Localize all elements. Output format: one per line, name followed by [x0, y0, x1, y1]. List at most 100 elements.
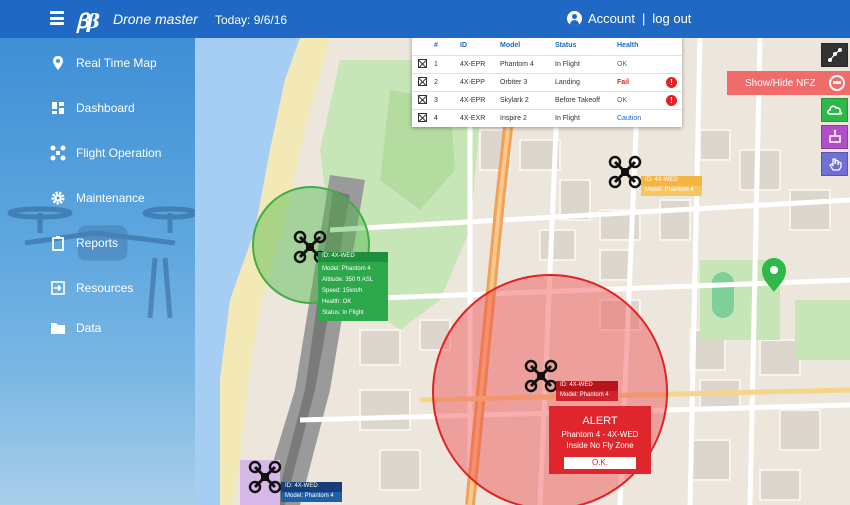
sidebar-item-label: Reports: [76, 236, 119, 250]
logo: ꞵβ: [76, 9, 100, 33]
drone-icon: [50, 145, 66, 161]
cell-status: In Flight: [555, 108, 617, 127]
alert-drone-line: Phantom 4 - 4X-WED: [561, 430, 639, 439]
cloud-icon: [826, 105, 842, 115]
cell-health: OK: [617, 90, 666, 109]
drone-info-altitude: Altitude: 350 ft ASL: [322, 277, 374, 283]
sidebar-item-label: Dashboard: [76, 101, 135, 115]
nfz-alert-dialog: ALERT Phantom 4 - 4X-WED Inside No Fly Z…: [549, 406, 651, 474]
cell-status: In Flight: [555, 54, 617, 73]
sidebar-item-data[interactable]: Data: [0, 313, 195, 343]
cell-health: OK: [617, 54, 666, 73]
sidebar-item-maintenance[interactable]: Maintenance: [0, 183, 195, 213]
cell-num: 3: [434, 90, 460, 109]
sidebar: Real Time Map Dashboard Flight Operation…: [0, 38, 195, 505]
drone-info-status: Status: In Flight: [322, 310, 364, 316]
separator: |: [641, 11, 646, 26]
drone-info-id: ID: 4X-WED: [556, 381, 618, 391]
alert-icon[interactable]: !: [666, 94, 677, 106]
row-select-checkbox-icon[interactable]: [418, 94, 427, 104]
drone-info-model: Model: Phantom 4: [322, 266, 371, 272]
gear-icon: [51, 191, 65, 205]
cell-num: 1: [434, 54, 460, 73]
sidebar-item-label: Flight Operation: [76, 146, 162, 160]
logout-link[interactable]: log out: [652, 11, 691, 26]
sidebar-item-flight-operation[interactable]: Flight Operation: [0, 138, 195, 168]
drone-info-speed: Speed: 15km/h: [322, 288, 363, 294]
drone-info-health: Health: OK: [322, 299, 352, 305]
fleet-table: # ID Model Status Health 1 4X-EPR Phantom …: [412, 36, 682, 127]
row-select-checkbox-icon[interactable]: [418, 58, 427, 68]
cell-health: Caution: [617, 108, 666, 127]
account-icon[interactable]: [567, 11, 582, 26]
today-date: Today: 9/6/16: [215, 13, 288, 27]
table-row[interactable]: 4 4X-EXR Inspire 2 In Flight Caution: [412, 108, 682, 127]
top-bar: ꞵβ Drone master Today: 9/6/16 Account | …: [0, 0, 850, 38]
alert-title: ALERT: [582, 415, 618, 427]
col-header-health: Health: [617, 41, 639, 49]
drone-info-model: Model: Phantom 4: [281, 492, 342, 502]
weather-tool-button[interactable]: [821, 98, 848, 122]
cell-health: Fail: [617, 72, 666, 91]
account-link[interactable]: Account: [588, 11, 635, 26]
col-header-model: Model: [500, 41, 521, 49]
cell-status: Before Takeoff: [555, 90, 617, 109]
cell-num: 4: [434, 108, 460, 127]
sidebar-item-label: Resources: [76, 281, 134, 295]
drone-info-model: Model: Phantom 4: [556, 391, 618, 401]
drone-info-panel-blue: ID: 4X-WED Model: Phantom 4: [281, 482, 342, 502]
drone-info-model: Model: Phantom 4: [641, 186, 702, 196]
sidebar-item-reports[interactable]: Reports: [0, 228, 195, 258]
sidebar-item-label: Data: [76, 321, 102, 335]
row-select-checkbox-icon[interactable]: [418, 76, 427, 86]
brand-name: Drone master: [113, 11, 198, 27]
drone-info-id: ID: 4X-WED: [641, 176, 702, 186]
col-header-id: ID: [460, 41, 467, 49]
hand-pointer-icon: [828, 158, 842, 171]
cell-num: 2: [434, 72, 460, 91]
sidebar-item-resources[interactable]: Resources: [0, 273, 195, 303]
show-hide-nfz-button[interactable]: Show/Hide NFZ: [727, 71, 850, 95]
cell-id: 4X-EPR: [460, 90, 500, 109]
drone-info-id: ID: 4X-WED: [318, 252, 388, 262]
dashboard-grid-icon: [52, 102, 64, 114]
sidebar-item-label: Real Time Map: [76, 56, 157, 70]
col-header-status: Status: [555, 41, 577, 49]
cell-id: 4X-EXR: [460, 108, 500, 127]
clipboard-icon: [52, 236, 64, 251]
row-select-checkbox-icon[interactable]: [418, 112, 427, 122]
alert-ok-button[interactable]: O.K.: [564, 457, 636, 469]
remote-controller-icon: [828, 129, 841, 143]
menu-icon[interactable]: [50, 11, 64, 25]
cell-model: Phantom 4: [500, 54, 555, 73]
col-header-num: #: [434, 41, 438, 49]
cell-model: Inspire 2: [500, 108, 555, 127]
route-tool-button[interactable]: [821, 43, 848, 67]
drone-info-panel-green: ID: 4X-WED Model: Phantom 4 Altitude: 35…: [318, 252, 388, 321]
cell-id: 4X-EPR: [460, 54, 500, 73]
table-row[interactable]: 3 4X-EPR Skylark 2 Before Takeoff OK!: [412, 90, 682, 109]
drone-info-panel-red: ID: 4X-WED Model: Phantom 4: [556, 381, 618, 401]
drone-info-panel-yellow: ID: 4X-WED Model: Phantom 4: [641, 176, 702, 196]
cell-id: 4X-EPP: [460, 72, 500, 91]
controller-tool-button[interactable]: [821, 125, 848, 149]
alert-message: Inside No Fly Zone: [566, 441, 634, 450]
fleet-table-panel: # ID Model Status Health 1 4X-EPR Phantom …: [412, 36, 682, 127]
map-pin-icon: [53, 56, 63, 70]
account-area: Account | log out: [567, 11, 691, 26]
sidebar-item-real-time-map[interactable]: Real Time Map: [0, 48, 195, 78]
cell-model: Orbiter 3: [500, 72, 555, 91]
remove-circle-icon: [829, 75, 845, 91]
alert-icon[interactable]: !: [666, 76, 677, 88]
input-arrow-icon: [51, 281, 65, 295]
sidebar-item-label: Maintenance: [76, 191, 145, 205]
hand-tool-button[interactable]: [821, 152, 848, 176]
table-row[interactable]: 1 4X-EPR Phantom 4 In Flight OK: [412, 54, 682, 73]
nfz-button-label: Show/Hide NFZ: [745, 77, 816, 89]
route-nodes-icon: [827, 48, 842, 62]
cell-status: Landing: [555, 72, 617, 91]
table-row[interactable]: 2 4X-EPP Orbiter 3 Landing Fail!: [412, 72, 682, 91]
folder-icon: [51, 323, 65, 334]
drone-info-id: ID: 4X-WED: [281, 482, 342, 492]
sidebar-item-dashboard[interactable]: Dashboard: [0, 93, 195, 123]
